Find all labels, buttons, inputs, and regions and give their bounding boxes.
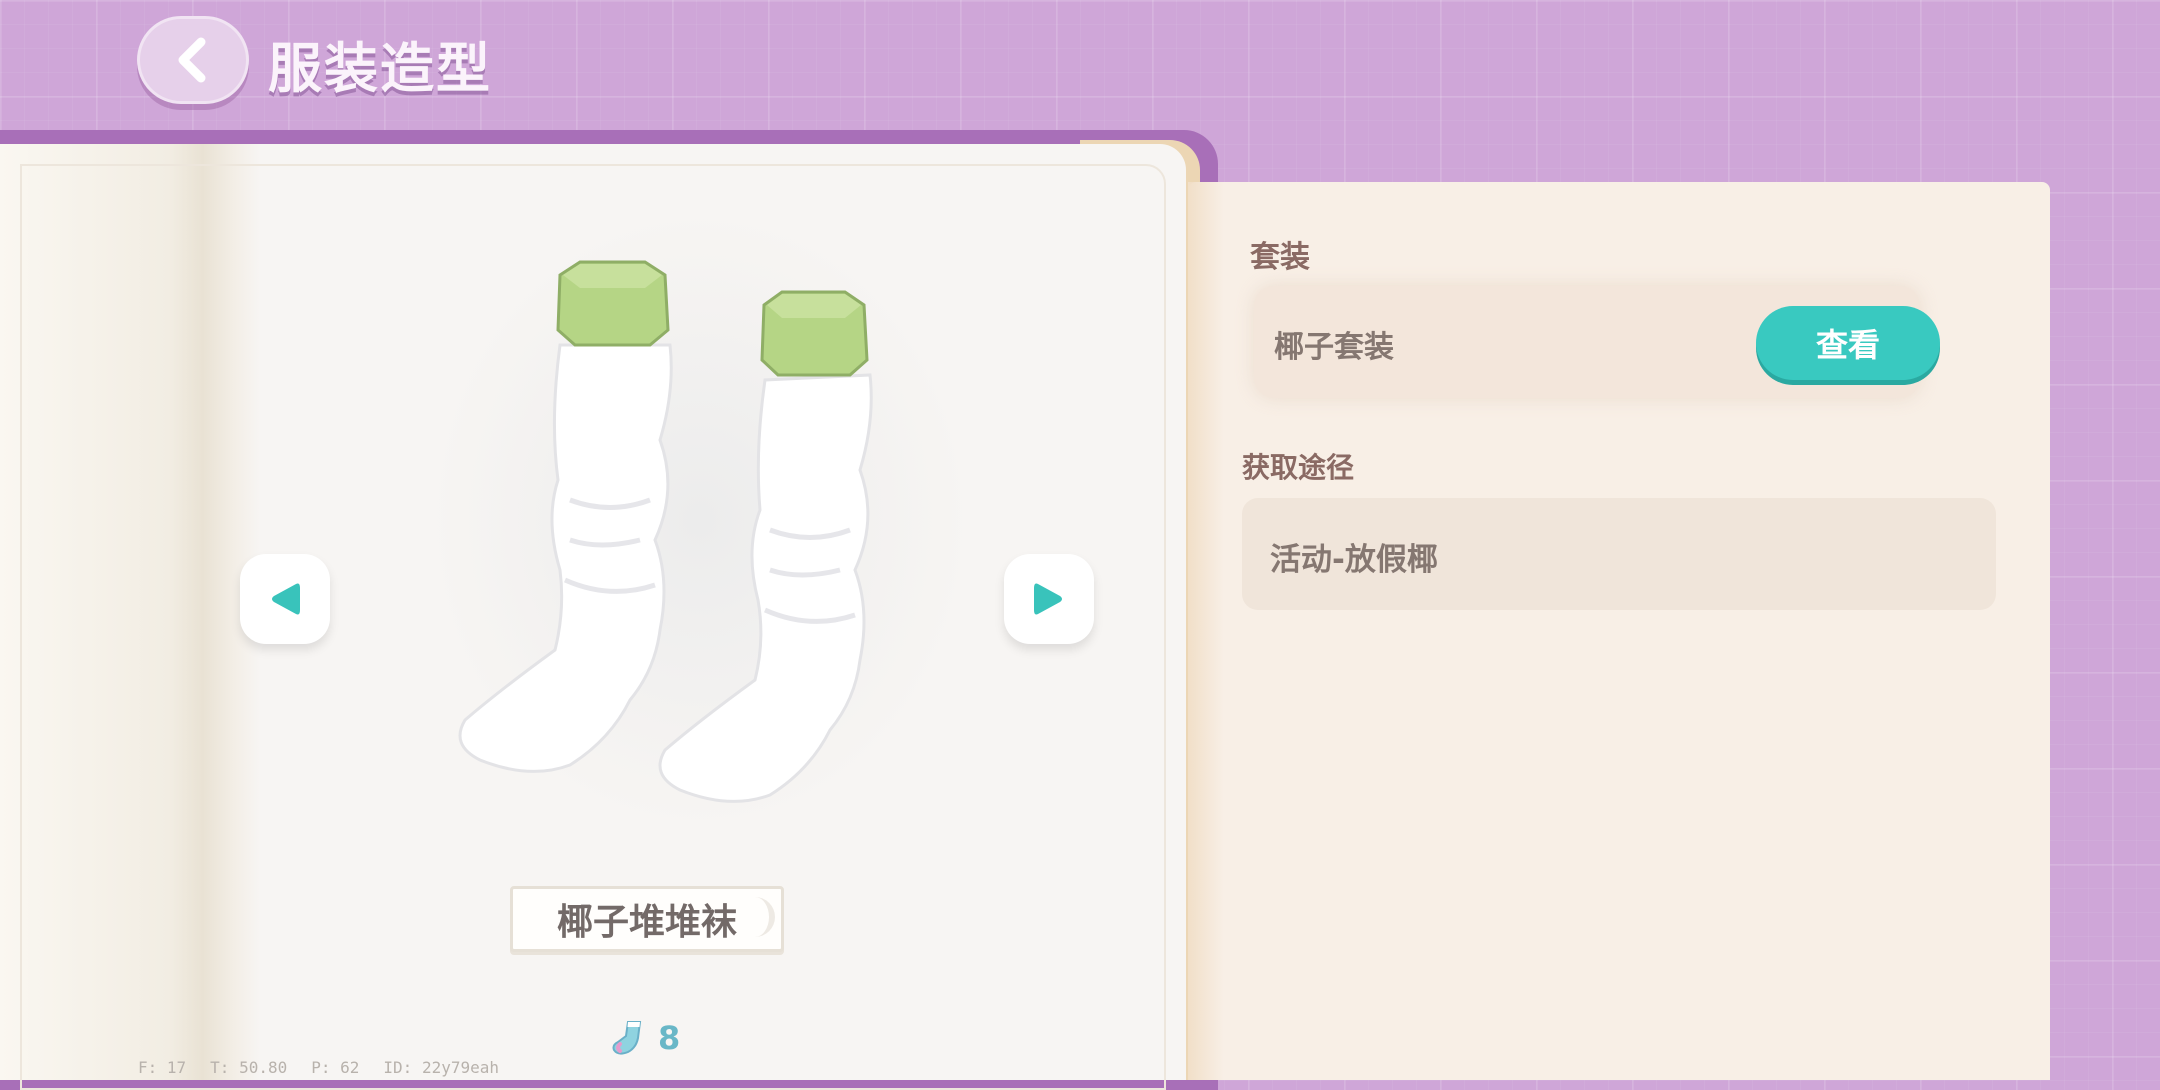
source-card: 活动-放假椰 xyxy=(1242,498,1996,610)
debug-f: F: 17 xyxy=(138,1058,187,1077)
debug-id: ID: 22y79eah xyxy=(383,1058,499,1077)
item-count-value: 8 xyxy=(658,1019,681,1057)
triangle-left-icon xyxy=(272,583,300,615)
right-sock xyxy=(658,290,873,803)
next-item-button[interactable] xyxy=(1004,554,1094,644)
previous-item-button[interactable] xyxy=(240,554,330,644)
item-name-text: 椰子堆堆袜 xyxy=(556,902,737,943)
item-info-panel: 套装 椰子套装 查看 获取途径 活动-放假椰 xyxy=(1188,182,2050,1080)
debug-info: F: 17 T: 50.80 P: 62 ID: 22y79eah xyxy=(138,1058,499,1077)
debug-p: P: 62 xyxy=(311,1058,360,1077)
set-section-label: 套装 xyxy=(1250,240,1310,275)
page-title: 服装造型 xyxy=(268,37,492,100)
item-count: 8 xyxy=(606,1018,680,1058)
source-section-label: 获取途径 xyxy=(1242,451,1355,484)
item-name: 椰子堆堆袜 xyxy=(510,886,784,952)
set-name: 椰子套装 xyxy=(1274,330,1394,365)
triangle-right-icon xyxy=(1034,583,1062,615)
view-set-button-label: 查看 xyxy=(1815,326,1880,364)
sock-item-image xyxy=(458,260,873,803)
chevron-left-icon xyxy=(178,37,206,83)
back-button[interactable] xyxy=(137,16,249,104)
left-sock xyxy=(458,260,673,773)
sock-token-icon xyxy=(612,1021,642,1055)
source-text: 活动-放假椰 xyxy=(1270,542,1438,578)
view-set-button[interactable]: 查看 xyxy=(1756,306,1940,380)
debug-t: T: 50.80 xyxy=(210,1058,288,1077)
